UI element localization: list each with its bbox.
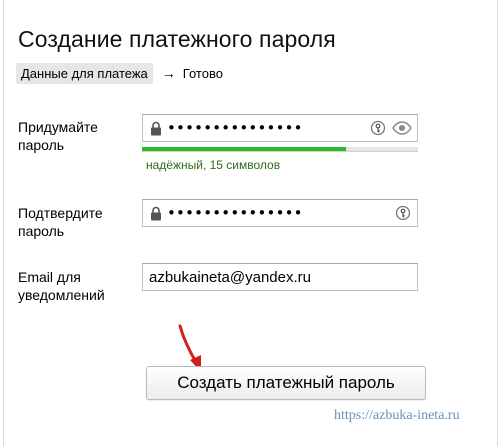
password-value[interactable]: ••••••••••••••• <box>167 120 303 136</box>
breadcrumb: Данные для платежа → Готово <box>16 62 223 84</box>
password-strength-bar <box>142 147 418 152</box>
eye-icon[interactable] <box>392 121 412 135</box>
confirm-password-field[interactable]: ••••••••••••••• <box>142 199 418 227</box>
lock-icon <box>151 206 161 220</box>
password-strength-text: надёжный, 15 символов <box>146 158 281 172</box>
frame-left-border <box>3 0 4 446</box>
confirm-password-value[interactable]: ••••••••••••••• <box>167 205 303 221</box>
email-label: Email для уведомлений <box>18 269 105 303</box>
email-field[interactable]: azbukaineta@yandex.ru <box>142 263 418 291</box>
password-strength-fill <box>142 147 347 151</box>
breadcrumb-step-payment-data: Данные для платежа <box>16 62 153 84</box>
key-icon[interactable] <box>370 120 386 136</box>
password-field[interactable]: ••••••••••••••• <box>142 114 418 142</box>
confirm-password-label: Подтвердите пароль <box>18 205 103 239</box>
page-title: Создание платежного пароля <box>18 26 336 52</box>
breadcrumb-step-done: Готово <box>182 65 223 81</box>
password-label: Придумайте пароль <box>18 119 98 153</box>
watermark-url: https://azbuka-ineta.ru <box>334 408 460 423</box>
create-payment-password-button[interactable]: Создать платежный пароль <box>146 366 426 400</box>
key-icon[interactable] <box>395 205 411 221</box>
lock-icon <box>151 121 161 135</box>
frame-right-border <box>497 0 498 446</box>
breadcrumb-arrow: → <box>161 65 176 81</box>
email-value[interactable]: azbukaineta@yandex.ru <box>149 269 311 286</box>
